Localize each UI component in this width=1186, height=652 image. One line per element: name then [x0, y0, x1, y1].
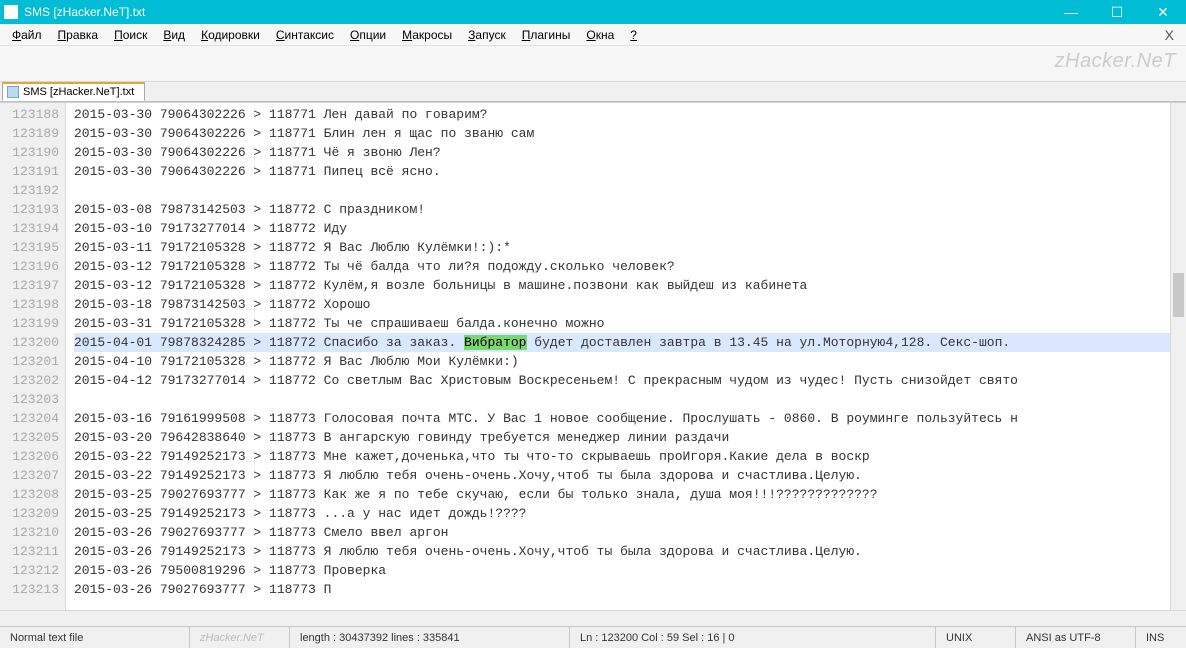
code-line[interactable]: 2015-03-25 79027693777 > 118773 Как же я…: [74, 485, 1170, 504]
code-line[interactable]: 2015-04-10 79172105328 > 118772 Я Вас Лю…: [74, 352, 1170, 371]
code-line[interactable]: 2015-03-30 79064302226 > 118771 Чё я зво…: [74, 143, 1170, 162]
code-line[interactable]: 2015-03-12 79172105328 > 118772 Кулём,я …: [74, 276, 1170, 295]
code-line[interactable]: 2015-03-30 79064302226 > 118771 Лен дава…: [74, 105, 1170, 124]
menu-bar: ФайлПравкаПоискВидКодировкиСинтаксисОпци…: [0, 24, 1186, 46]
menu-item[interactable]: Поиск: [106, 26, 155, 44]
tab-label: SMS [zHacker.NeT].txt: [23, 86, 134, 98]
toolbar: [0, 46, 1186, 82]
scrollbar-thumb[interactable]: [1173, 273, 1184, 317]
document-close-button[interactable]: X: [1165, 27, 1182, 43]
editor: 123188 123189 123190 123191 123192 12319…: [0, 102, 1186, 610]
menu-item[interactable]: Файл: [4, 26, 50, 44]
menu-item[interactable]: Вид: [155, 26, 193, 44]
document-icon: [7, 86, 19, 98]
code-line[interactable]: [74, 181, 1170, 200]
window-controls: — ☐ ✕: [1048, 0, 1186, 24]
menu-item[interactable]: ?: [622, 26, 645, 44]
code-line[interactable]: 2015-03-11 79172105328 > 118772 Я Вас Лю…: [74, 238, 1170, 257]
code-line[interactable]: 2015-03-30 79064302226 > 118771 Пипец вс…: [74, 162, 1170, 181]
menu-item[interactable]: Правка: [50, 26, 107, 44]
close-button[interactable]: ✕: [1140, 0, 1186, 24]
code-area[interactable]: 2015-03-30 79064302226 > 118771 Лен дава…: [66, 103, 1170, 610]
status-bar: Normal text file zHacker.NeT length : 30…: [0, 626, 1186, 648]
code-line[interactable]: 2015-03-31 79172105328 > 118772 Ты че сп…: [74, 314, 1170, 333]
menu-item[interactable]: Плагины: [514, 26, 579, 44]
code-line[interactable]: 2015-03-16 79161999508 > 118773 Голосова…: [74, 409, 1170, 428]
menu-item[interactable]: Макросы: [394, 26, 460, 44]
horizontal-scrollbar[interactable]: [0, 610, 1186, 626]
search-highlight: Вибратор: [464, 335, 526, 350]
code-line[interactable]: 2015-03-26 79027693777 > 118773 П: [74, 580, 1170, 599]
status-encoding: ANSI as UTF-8: [1016, 627, 1136, 648]
menu-item[interactable]: Опции: [342, 26, 394, 44]
status-length: length : 30437392 lines : 335841: [290, 627, 570, 648]
line-number-gutter: 123188 123189 123190 123191 123192 12319…: [0, 103, 66, 610]
vertical-scrollbar[interactable]: [1170, 103, 1186, 610]
code-line[interactable]: 2015-03-20 79642838640 > 118773 В ангарс…: [74, 428, 1170, 447]
title-bar: SMS [zHacker.NeT].txt — ☐ ✕: [0, 0, 1186, 24]
code-line[interactable]: 2015-03-26 79500819296 > 118773 Проверка: [74, 561, 1170, 580]
status-watermark: zHacker.NeT: [190, 627, 290, 648]
tab-active[interactable]: SMS [zHacker.NeT].txt: [2, 82, 145, 101]
status-filetype: Normal text file: [0, 627, 190, 648]
code-line[interactable]: 2015-03-18 79873142503 > 118772 Хорошо: [74, 295, 1170, 314]
code-line[interactable]: [74, 390, 1170, 409]
code-line[interactable]: 2015-03-22 79149252173 > 118773 Мне каже…: [74, 447, 1170, 466]
menu-item[interactable]: Окна: [578, 26, 622, 44]
status-insert-mode: INS: [1136, 627, 1186, 648]
status-position: Ln : 123200 Col : 59 Sel : 16 | 0: [570, 627, 936, 648]
code-line[interactable]: 2015-03-26 79149252173 > 118773 Я люблю …: [74, 542, 1170, 561]
menu-item[interactable]: Запуск: [460, 26, 514, 44]
code-line[interactable]: 2015-03-12 79172105328 > 118772 Ты чё ба…: [74, 257, 1170, 276]
maximize-button[interactable]: ☐: [1094, 0, 1140, 24]
code-line[interactable]: 2015-03-22 79149252173 > 118773 Я люблю …: [74, 466, 1170, 485]
code-line[interactable]: 2015-04-01 79878324285 > 118772 Спасибо …: [74, 333, 1170, 352]
app-icon: [4, 5, 18, 19]
tab-strip: SMS [zHacker.NeT].txt: [0, 82, 1186, 102]
menu-item[interactable]: Синтаксис: [268, 26, 342, 44]
code-line[interactable]: 2015-03-30 79064302226 > 118771 Блин лен…: [74, 124, 1170, 143]
minimize-button[interactable]: —: [1048, 0, 1094, 24]
window-title: SMS [zHacker.NeT].txt: [24, 5, 1048, 19]
code-line[interactable]: 2015-03-08 79873142503 > 118772 С праздн…: [74, 200, 1170, 219]
status-eol: UNIX: [936, 627, 1016, 648]
code-line[interactable]: 2015-03-10 79173277014 > 118772 Иду: [74, 219, 1170, 238]
code-line[interactable]: 2015-03-26 79027693777 > 118773 Смело вв…: [74, 523, 1170, 542]
code-line[interactable]: 2015-04-12 79173277014 > 118772 Со светл…: [74, 371, 1170, 390]
code-line[interactable]: 2015-03-25 79149252173 > 118773 ...а у н…: [74, 504, 1170, 523]
menu-item[interactable]: Кодировки: [193, 26, 268, 44]
